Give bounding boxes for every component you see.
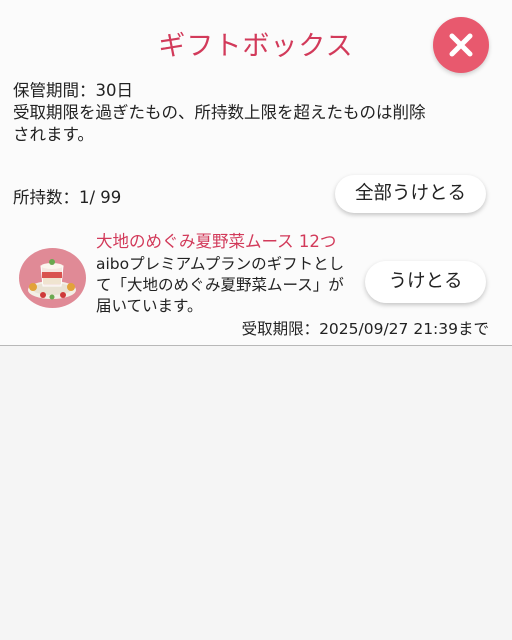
gift-item-name: 大地のめぐみ夏野菜ムース 12つ: [96, 232, 337, 251]
gift-list-empty-area: [0, 346, 512, 640]
storage-period-text: 保管期間：30日: [13, 81, 133, 100]
gift-thumbnail: [19, 248, 86, 308]
gift-box-info: 保管期間：30日 受取期限を過ぎたもの、所持数上限を超えたものは削除 されます。: [13, 80, 499, 146]
receive-all-button[interactable]: 全部うけとる: [335, 175, 486, 213]
deletion-note-line-1: 受取期限を過ぎたもの、所持数上限を超えたものは削除: [13, 103, 426, 122]
gift-item-deadline: 受取期限：2025/09/27 21:39まで: [241, 320, 489, 338]
receive-button[interactable]: うけとる: [365, 261, 486, 303]
deletion-note-line-2: されます。: [13, 125, 94, 144]
gift-item-description: aiboプレミアムプランのギフトとして「大地のめぐみ夏野菜ムース」が届いています…: [96, 255, 345, 315]
possession-count: 所持数：1/ 99: [13, 188, 122, 207]
mousse-dish-icon: [28, 259, 76, 300]
close-icon: [449, 33, 473, 57]
close-button[interactable]: [433, 17, 489, 73]
